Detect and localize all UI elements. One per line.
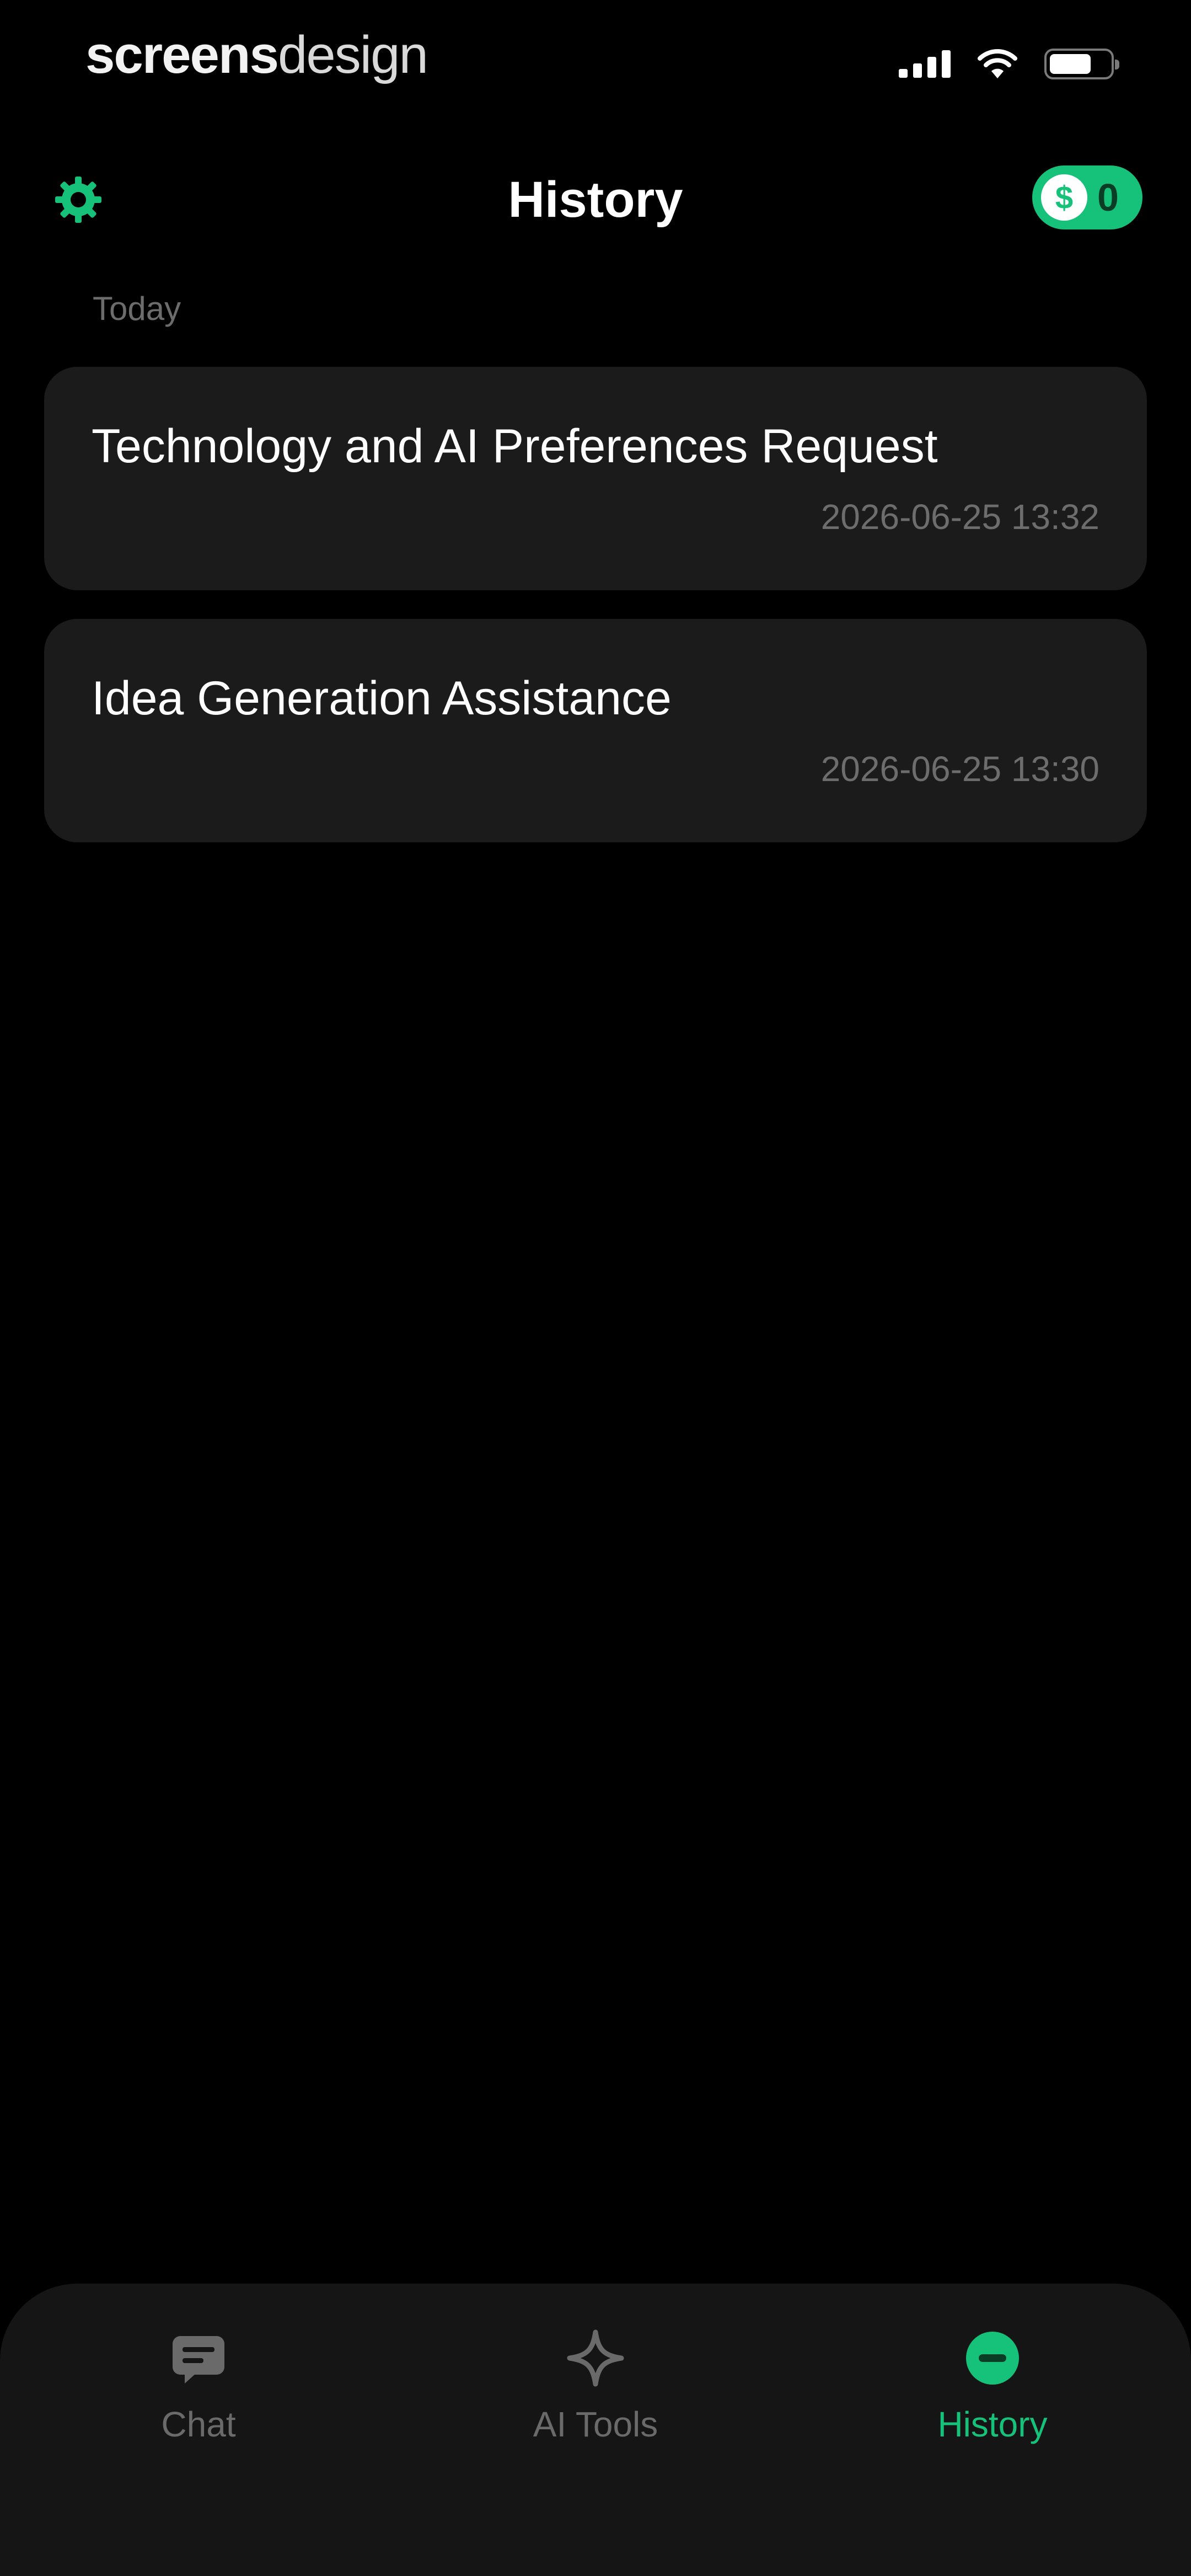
credits-badge[interactable]: $ 0 — [1032, 165, 1142, 229]
brand-part-2: design — [277, 25, 428, 84]
history-item[interactable]: Technology and AI Preferences Request 20… — [44, 367, 1147, 590]
tab-label: History — [937, 2404, 1048, 2444]
battery-level — [1050, 54, 1091, 74]
header: History $ 0 — [0, 154, 1191, 243]
history-item-timestamp: 2026-06-25 13:30 — [820, 749, 1099, 789]
coin-icon: $ — [1041, 174, 1087, 221]
tab-ai-tools[interactable]: AI Tools — [480, 2322, 711, 2466]
chat-icon — [163, 2322, 234, 2394]
tab-label: AI Tools — [533, 2404, 658, 2444]
history-icon — [957, 2322, 1028, 2394]
credits-count: 0 — [1097, 176, 1119, 219]
tab-chat[interactable]: Chat — [83, 2322, 314, 2466]
wifi-icon — [978, 49, 1017, 78]
status-icons — [899, 49, 1119, 79]
history-item-title: Idea Generation Assistance — [92, 672, 672, 725]
brand-watermark: screensdesign — [85, 22, 428, 88]
battery-icon — [1044, 49, 1119, 79]
bottom-tab-bar: Chat AI Tools History — [0, 2284, 1191, 2576]
tab-label: Chat — [161, 2404, 236, 2444]
brand-part-1: screens — [85, 25, 279, 84]
history-item-timestamp: 2026-06-25 13:32 — [820, 497, 1099, 537]
status-bar: screensdesign — [0, 0, 1191, 121]
history-item-title: Technology and AI Preferences Request — [92, 420, 938, 473]
tab-history[interactable]: History — [877, 2322, 1108, 2466]
sparkle-icon — [560, 2322, 631, 2394]
page-title: History — [508, 172, 683, 228]
cellular-signal-icon — [899, 50, 951, 78]
history-item[interactable]: Idea Generation Assistance 2026-06-25 13… — [44, 619, 1147, 842]
section-label-today: Today — [93, 290, 181, 327]
